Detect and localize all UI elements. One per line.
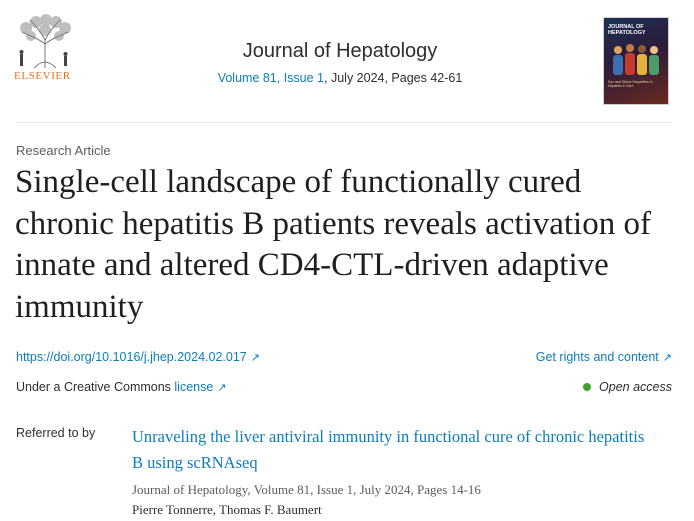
external-link-icon: ↗ — [250, 352, 260, 364]
open-access-dot-icon — [583, 383, 592, 391]
journal-header: ELSEVIER Journal of Hepatology Volume 81… — [0, 0, 694, 122]
doi-text: https://doi.org/10.1016/j.jhep.2024.02.0… — [16, 350, 247, 364]
referred-article-source: Journal of Hepatology, Volume 81, Issue … — [132, 482, 481, 497]
referred-to-by-label: Referred to by — [16, 426, 96, 440]
get-rights-link[interactable]: Get rights and content ↗ — [536, 350, 672, 364]
issue-date-pages: , July 2024, Pages 42-61 — [324, 71, 463, 85]
referred-article-authors: Pierre Tonnerre, Thomas F. Baumert — [132, 502, 322, 517]
elsevier-tree-icon — [14, 14, 76, 70]
journal-cover-image[interactable]: JOURNAL OF HEPATOLOGY Sex and Ethnic Dis… — [604, 18, 668, 104]
journal-info: Journal of Hepatology Volume 81, Issue 1… — [180, 40, 500, 85]
rights-text: Get rights and content — [535, 350, 659, 364]
open-access-badge: Open access — [583, 380, 672, 394]
doi-row: https://doi.org/10.1016/j.jhep.2024.02.0… — [16, 350, 672, 368]
license-link[interactable]: license ↗ — [174, 380, 226, 394]
cover-people-illustration — [613, 44, 659, 75]
article-type: Research Article — [16, 143, 111, 158]
doi-link[interactable]: https://doi.org/10.1016/j.jhep.2024.02.0… — [16, 350, 260, 364]
open-access-label: Open access — [599, 380, 672, 394]
external-link-icon: ↗ — [217, 382, 227, 394]
referred-article: Unraveling the liver antiviral immunity … — [132, 424, 652, 518]
issue-line: Volume 81, Issue 1, July 2024, Pages 42-… — [180, 71, 500, 85]
license-prefix: Under a Creative Commons — [16, 380, 175, 394]
cover-subtitle: Sex and Ethnic Disparities in Hepatitis … — [608, 80, 653, 88]
cover-title: JOURNAL OF HEPATOLOGY — [608, 24, 646, 36]
article-title: Single-cell landscape of functionally cu… — [15, 164, 651, 325]
volume-issue-link[interactable]: Volume 81, Issue 1 — [218, 71, 324, 85]
referred-article-title-link[interactable]: Unraveling the liver antiviral immunity … — [132, 424, 652, 476]
license-link-text: license — [174, 380, 214, 394]
license-statement: Under a Creative Commons license ↗ — [16, 380, 227, 394]
header-divider — [16, 122, 672, 123]
external-link-icon: ↗ — [662, 352, 672, 364]
journal-name-link[interactable]: Journal of Hepatology — [180, 40, 500, 63]
publisher-wordmark: ELSEVIER — [14, 70, 71, 82]
license-row: Under a Creative Commons license ↗ Open a… — [16, 380, 672, 398]
